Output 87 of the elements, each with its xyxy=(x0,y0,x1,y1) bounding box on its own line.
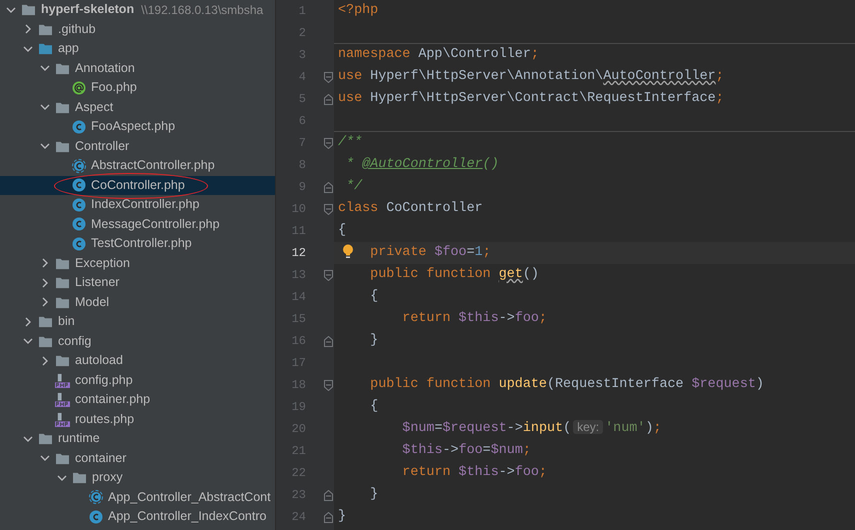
code-line: */ xyxy=(346,178,362,196)
php-file-icon xyxy=(55,372,70,388)
folder-icon xyxy=(21,3,36,16)
class-icon xyxy=(72,120,86,134)
code-line: $num=$request->input( key: 'num'); xyxy=(402,419,662,438)
code-line: return $this->foo; xyxy=(402,464,547,482)
code-line: use Hyperf\HttpServer\Annotation\AutoController; xyxy=(338,68,724,86)
tree-item[interactable]: App_Controller_AbstractCont xyxy=(0,488,275,507)
tree-item[interactable]: app xyxy=(0,39,275,58)
class-icon xyxy=(72,217,86,232)
lightbulb-icon[interactable] xyxy=(342,244,354,259)
folder-icon xyxy=(38,42,53,56)
php-file-icon xyxy=(55,412,70,427)
folder-icon xyxy=(55,62,70,75)
tree-item[interactable]: container xyxy=(0,448,275,468)
code-line: use Hyperf\HttpServer\Contract\RequestInterface; xyxy=(338,90,724,108)
code-line: public function get() xyxy=(370,266,539,284)
tree-item[interactable]: Model xyxy=(0,292,275,312)
tree-item[interactable]: Foo.php xyxy=(0,78,275,98)
code-line: <?php xyxy=(338,2,378,20)
folder-icon xyxy=(38,432,53,446)
code-line: } xyxy=(338,508,346,526)
tree-item[interactable]: FooAspect.php xyxy=(0,117,275,136)
fold-marker-icon[interactable] xyxy=(324,380,333,390)
folder-icon xyxy=(55,100,70,114)
code-line: } xyxy=(370,332,378,350)
tree-item[interactable]: Annotation xyxy=(0,58,275,78)
code-line: * @AutoController() xyxy=(346,156,499,174)
code-line: } xyxy=(370,486,378,504)
code-line: { xyxy=(370,398,378,416)
tree-item[interactable]: proxy xyxy=(0,468,275,488)
tree-item[interactable]: hyperf-skeleton \\192.168.0.13\smbsha xyxy=(0,0,275,20)
code-line: class CoController xyxy=(338,200,483,218)
tree-item[interactable]: autoload xyxy=(0,351,275,370)
tree-item[interactable]: TestController.php xyxy=(0,234,275,254)
fold-marker-icon[interactable] xyxy=(324,490,333,500)
code-line: public function update(RequestInterface $request) xyxy=(370,376,764,394)
fold-marker-icon[interactable] xyxy=(324,182,333,192)
code-line: /** xyxy=(338,134,362,152)
project-path: \\192.168.0.13\smbsha xyxy=(141,2,264,19)
class-icon xyxy=(72,236,86,251)
tree-item[interactable]: bin xyxy=(0,312,275,332)
tree-item[interactable]: IndexController.php xyxy=(0,195,275,214)
tree-item[interactable]: Exception xyxy=(0,254,275,273)
tree-item[interactable]: App_Controller_IndexContro xyxy=(0,507,275,526)
tree-item[interactable]: Aspect xyxy=(0,98,275,117)
tree-item[interactable]: container.php xyxy=(0,390,275,410)
line-number: 12 xyxy=(290,245,306,262)
tree-item[interactable]: Listener xyxy=(0,273,275,292)
fold-marker-icon[interactable] xyxy=(324,94,333,104)
folder-icon xyxy=(72,471,87,484)
tree-item[interactable]: MessageController.php xyxy=(0,214,275,234)
code-line: private $foo=1; xyxy=(370,244,491,262)
class-icon xyxy=(89,510,103,524)
folder-icon xyxy=(38,315,53,328)
fold-marker-icon[interactable] xyxy=(324,336,333,346)
class-icon xyxy=(72,198,86,212)
tree-item[interactable]: routes.php xyxy=(0,410,275,429)
folder-icon xyxy=(55,452,70,465)
folder-icon xyxy=(55,256,70,270)
abstract-class-icon xyxy=(89,490,103,504)
fold-marker-icon[interactable] xyxy=(324,138,333,148)
folder-icon xyxy=(55,140,70,153)
fold-marker-icon[interactable] xyxy=(324,72,333,82)
tree-item[interactable]: runtime xyxy=(0,429,275,448)
tree-item[interactable]: Controller xyxy=(0,136,275,156)
tree-item[interactable]: config xyxy=(0,332,275,351)
php-file-icon xyxy=(55,392,70,408)
annotation-icon xyxy=(72,80,86,95)
tree-item[interactable]: config.php xyxy=(0,370,275,390)
code-line: $this->foo=$num; xyxy=(402,442,531,460)
code-line: { xyxy=(338,222,346,240)
folder-icon xyxy=(38,22,53,36)
folder-icon xyxy=(55,354,70,368)
code-line: return $this->foo; xyxy=(402,310,547,328)
fold-marker-icon[interactable] xyxy=(324,512,333,522)
fold-marker-icon[interactable] xyxy=(324,204,333,214)
abstract-class-icon xyxy=(72,158,86,173)
code-line: namespace App\Controller; xyxy=(338,46,539,64)
fold-marker-icon[interactable] xyxy=(324,270,333,280)
folder-icon xyxy=(38,334,53,348)
code-line: { xyxy=(370,288,378,306)
tree-item[interactable]: AbstractController.php xyxy=(0,156,275,176)
folder-icon xyxy=(55,296,70,309)
class-icon xyxy=(72,178,86,192)
tree-item[interactable]: .github xyxy=(0,20,275,39)
folder-icon xyxy=(55,276,70,290)
